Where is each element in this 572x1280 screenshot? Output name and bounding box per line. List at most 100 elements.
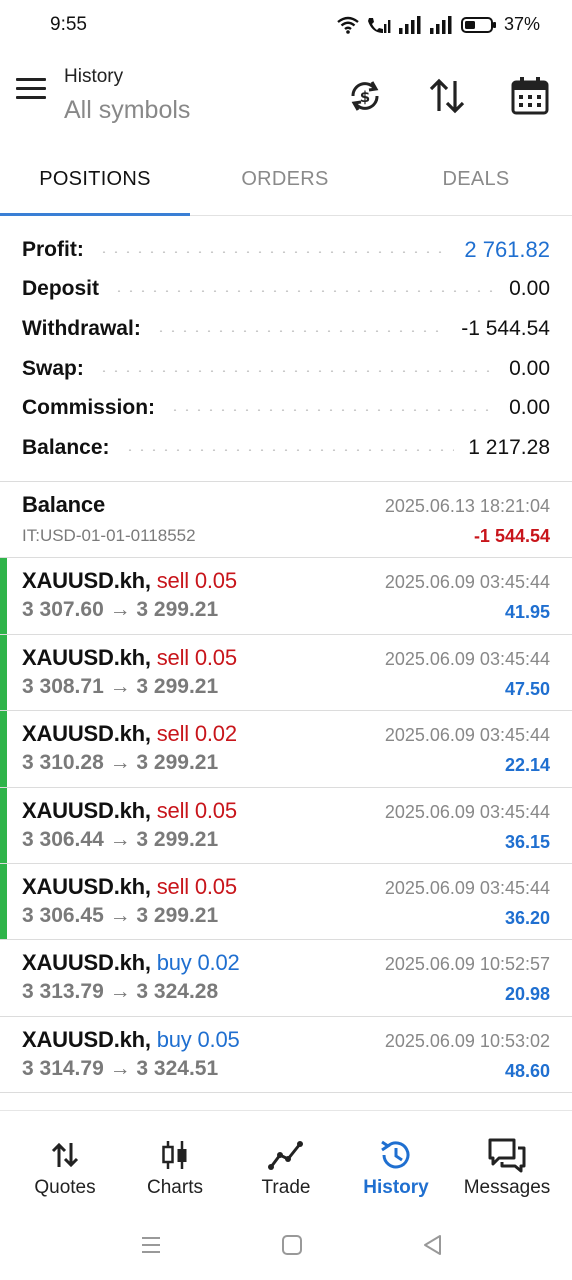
status-time: 9:55 [50,14,87,35]
positions-list[interactable]: Balance IT:USD-01-01-0118552 2025.06.13 … [0,482,572,1110]
summary-row-balance: Balance: 1 217.28 [0,428,572,468]
calendar-icon [511,77,549,115]
summary-row-deposit: Deposit 0.00 [0,270,572,310]
position-indicator-bar [0,863,7,940]
summary-row-commission: Commission: 0.00 [0,388,572,428]
hamburger-line [16,96,46,99]
position-row[interactable]: XAUUSD.kh, sell 0.05 3 306.44 → 3 299.21… [0,787,572,864]
summary-row-profit: Profit: 2 761.82 [0,230,572,270]
position-row[interactable]: XAUUSD.kh, buy 0.05 3 314.79 → 3 324.51 … [0,1017,572,1094]
position-symbol: XAUUSD.kh, [22,1026,151,1052]
summary-row-withdrawal: Withdrawal: -1 544.54 [0,309,572,349]
position-row[interactable]: XAUUSD.kh, sell 0.05 3 308.71 → 3 299.21… [0,634,572,712]
position-prices: 3 306.45 → 3 299.21 [22,903,219,927]
summary-label: Swap: [22,356,84,380]
nav-quotes[interactable]: Quotes [8,1111,122,1211]
position-time: 2025.06.09 10:53:02 [384,1030,550,1051]
position-symbol: XAUUSD.kh, [22,797,151,823]
nav-label: Charts [147,1177,203,1198]
entry-account: IT:USD-01-01-0118552 [22,526,196,545]
position-profit: 48.60 [504,1060,550,1081]
entry-amount: -1 544.54 [473,526,550,546]
position-profit: 20.98 [504,984,550,1005]
tab-positions[interactable]: POSITIONS [0,142,190,216]
history-tabs: POSITIONS ORDERS DEALS [0,142,572,216]
nav-trade[interactable]: Trade [229,1111,343,1211]
quotes-icon [45,1135,85,1175]
position-row[interactable]: XAUUSD.kh, sell 0.02 3 310.28 → 3 299.21… [0,711,572,788]
currency-exchange-icon: $ [351,81,379,111]
back-icon [424,1235,441,1255]
nav-messages[interactable]: Messages [450,1111,564,1211]
position-direction: sell 0.05 [156,797,237,823]
position-time: 2025.06.09 03:45:44 [384,801,550,822]
position-time: 2025.06.09 10:52:57 [384,954,550,975]
summary-label: Balance: [22,435,110,459]
balance-entry[interactable]: Balance IT:USD-01-01-0118552 2025.06.13 … [0,482,572,559]
position-title: XAUUSD.kh, sell 0.05 [22,568,237,594]
system-navigation-bar [0,1210,572,1280]
summary-value: 0.00 [509,277,550,301]
signal-icon [398,15,421,34]
bottom-navigation: Quotes Charts Trade History Messages [0,1110,572,1210]
summary-value: 0.00 [509,396,550,420]
position-time: 2025.06.09 03:45:44 [384,725,550,746]
back-button[interactable] [418,1230,448,1260]
position-direction: buy 0.05 [156,1026,240,1052]
recent-apps-button[interactable] [136,1230,166,1260]
position-profit: 41.95 [504,602,550,623]
nav-history[interactable]: History [339,1111,453,1211]
tab-deals[interactable]: DEALS [381,142,571,216]
position-direction: sell 0.05 [156,873,237,899]
symbol-filter[interactable]: All symbols [64,96,190,125]
app-header: History All symbols $ [0,52,572,142]
position-row[interactable]: XAUUSD.kh, sell 0.05 3 307.60 → 3 299.21… [0,558,572,635]
nav-label: Trade [261,1177,311,1198]
position-indicator-bar [0,787,7,863]
position-time: 2025.06.09 03:45:44 [384,572,550,593]
position-row[interactable]: XAUUSD.kh, sell 0.05 3 306.45 → 3 299.21… [0,863,572,941]
nav-charts[interactable]: Charts [118,1111,232,1211]
position-title: XAUUSD.kh, buy 0.05 [22,1027,240,1053]
position-symbol: XAUUSD.kh, [22,721,151,747]
dotted-leader [97,369,496,372]
menu-button[interactable] [16,78,48,108]
tab-orders[interactable]: ORDERS [190,142,380,216]
position-indicator-bar [0,634,7,711]
svg-text:$: $ [360,88,370,106]
position-direction: sell 0.05 [156,568,237,594]
position-time: 2025.06.09 03:45:44 [384,877,550,898]
currency-exchange-button[interactable]: $ [343,74,387,118]
position-symbol: XAUUSD.kh, [22,873,151,899]
summary-value: 2 761.82 [464,236,550,262]
dotted-leader [123,448,455,451]
summary-label: Profit: [22,237,84,261]
sort-button[interactable] [425,74,469,118]
position-indicator-bar [0,558,7,634]
calendar-button[interactable] [508,74,552,118]
hamburger-line [16,87,46,90]
position-prices: 3 307.60 → 3 299.21 [22,598,219,622]
position-symbol: XAUUSD.kh, [22,568,151,594]
position-profit: 36.20 [504,907,550,928]
signal-icon [429,15,452,34]
position-title: XAUUSD.kh, buy 0.02 [22,950,240,976]
position-profit: 36.15 [504,831,550,852]
position-title: XAUUSD.kh, sell 0.05 [22,798,237,824]
summary-label: Withdrawal: [22,316,141,340]
summary-value: 0.00 [509,356,550,380]
position-indicator-bar [0,711,7,787]
position-prices: 3 308.71 → 3 299.21 [22,674,219,698]
home-button[interactable] [277,1230,307,1260]
position-direction: sell 0.05 [156,644,237,670]
position-prices: 3 313.79 → 3 324.28 [22,980,219,1004]
trade-icon [266,1135,306,1175]
position-symbol: XAUUSD.kh, [22,950,151,976]
position-row[interactable]: XAUUSD.kh, buy 0.02 3 313.79 → 3 324.28 … [0,940,572,1017]
sort-icon [429,78,465,114]
dotted-leader [154,329,448,332]
position-prices: 3 314.79 → 3 324.51 [22,1056,219,1080]
summary-value: 1 217.28 [468,435,550,459]
active-tab-indicator [0,213,190,216]
recent-apps-icon [142,1237,160,1253]
